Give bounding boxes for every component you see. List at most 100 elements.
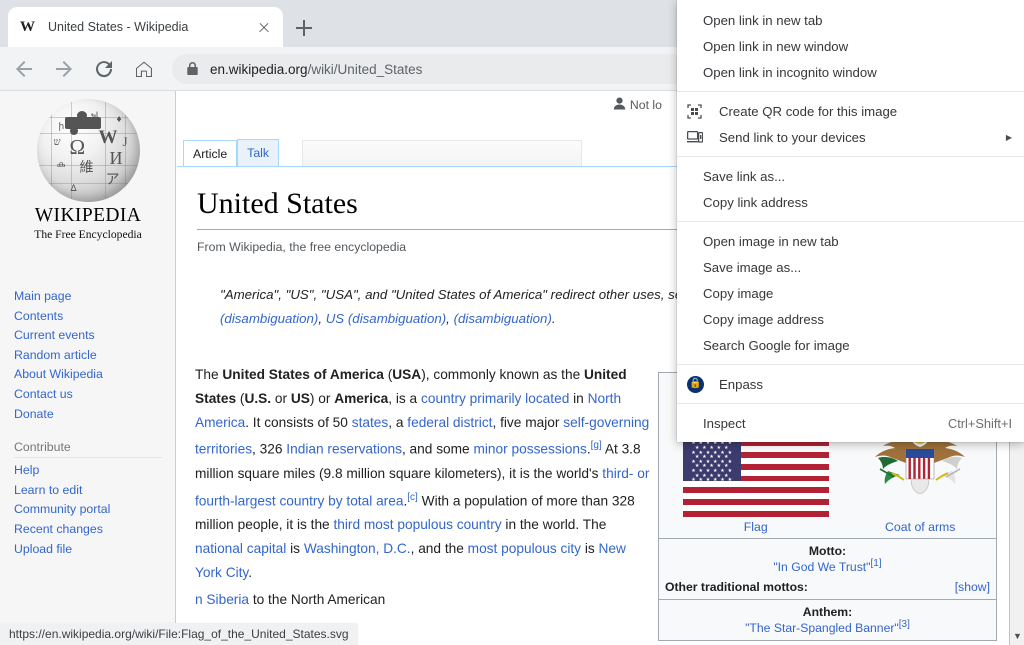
context-menu-item-copy-image[interactable]: Copy image xyxy=(677,280,1024,306)
context-menu-item-search-google-for-image[interactable]: Search Google for image xyxy=(677,332,1024,358)
sidebar-item-contact-us[interactable]: Contact us xyxy=(14,385,174,405)
chevron-right-icon: ▶ xyxy=(1005,132,1012,142)
hatnote-sep-1: , xyxy=(318,310,326,326)
motto-ref[interactable]: [1] xyxy=(871,558,882,569)
site-tagline: From Wikipedia, the free encyclopedia xyxy=(197,240,407,254)
context-menu-item-label: Enpass xyxy=(719,376,763,392)
wikipedia-logo[interactable]: Ω W И 維 ア ฟ ♦ ש ക ի J ᐃ WIKIPEDIA The Fr… xyxy=(18,99,158,241)
context-menu-separator xyxy=(677,221,1024,222)
motto-label: Motto: xyxy=(808,544,847,558)
hatnote-line-1: "America", "US", "USA", and "United Stat… xyxy=(220,287,595,302)
new-tab-button[interactable] xyxy=(290,14,318,42)
infobox-motto-row: Motto: "In God We Trust"[1] Other tradit… xyxy=(659,538,996,599)
address-bar-url: en.wikipedia.org/wiki/United_States xyxy=(210,62,422,77)
context-menu-item-create-qr-code-for-this-image[interactable]: Create QR code for this image xyxy=(677,98,1024,124)
devices-icon xyxy=(687,128,713,146)
context-menu-item-enpass[interactable]: 🔒 Enpass xyxy=(677,371,1024,397)
scrollbar-down-arrow[interactable]: ▼ xyxy=(1010,630,1024,643)
sidebar-item-donate[interactable]: Donate xyxy=(14,405,174,425)
context-menu-item-label: Open link in new tab xyxy=(703,12,823,28)
other-mottos-row: Other traditional mottos: [show] xyxy=(665,580,990,594)
context-menu-item-open-image-in-new-tab[interactable]: Open image in new tab xyxy=(677,228,1024,254)
tab-title: United States - Wikipedia xyxy=(48,20,189,34)
reload-icon[interactable] xyxy=(88,53,120,85)
context-menu-item-save-image-as[interactable]: Save image as... xyxy=(677,254,1024,280)
close-tab-icon[interactable] xyxy=(255,18,273,36)
hatnote-sep-2: , xyxy=(446,310,450,326)
enpass-shield-icon: 🔒 xyxy=(687,375,713,393)
sidebar-item-main-page[interactable]: Main page xyxy=(14,287,174,307)
other-mottos-show-toggle[interactable]: [show] xyxy=(955,580,990,594)
namespace-tabs: Article Talk xyxy=(183,139,280,167)
context-menu-separator xyxy=(677,91,1024,92)
hatnote-end: . xyxy=(551,310,556,326)
sidebar-nav: Main page Contents Current events Random… xyxy=(14,287,174,559)
context-menu-item-inspect[interactable]: Inspect Ctrl+Shift+I xyxy=(677,410,1024,436)
context-menu-item-save-link-as[interactable]: Save link as... xyxy=(677,163,1024,189)
context-menu-item-label: Create QR code for this image xyxy=(719,103,898,119)
context-menu-item-shortcut: Ctrl+Shift+I xyxy=(947,415,1012,431)
browser-tab[interactable]: W United States - Wikipedia xyxy=(8,7,283,47)
context-menu-item-label: Save image as... xyxy=(703,259,802,275)
back-icon[interactable] xyxy=(8,53,40,85)
tab-talk[interactable]: Talk xyxy=(237,139,280,166)
context-menu-item-label: Save link as... xyxy=(703,168,786,184)
home-icon[interactable] xyxy=(128,53,160,85)
flag-cell: ★ ★ ★ ★ ★ ★ ★ ★ ★ ★ ★ ★ ★ ★ ★ ★ ★ ★ ★ ★ ★ ★… xyxy=(682,440,829,534)
sidebar-item-community-portal[interactable]: Community portal xyxy=(14,500,174,520)
context-menu-separator xyxy=(677,156,1024,157)
other-mottos-label: Other traditional mottos: xyxy=(665,580,808,595)
wikipedia-wordmark: WIKIPEDIA xyxy=(34,205,142,226)
sidebar-item-learn-to-edit[interactable]: Learn to edit xyxy=(14,481,174,501)
context-menu-item-label: Open link in incognito window xyxy=(703,64,877,80)
lock-icon xyxy=(186,62,200,76)
context-menu-separator xyxy=(677,364,1024,365)
person-icon xyxy=(613,97,626,113)
context-menu-item-open-link-in-incognito-window[interactable]: Open link in incognito window xyxy=(677,59,1024,85)
url-host: en.wikipedia.org xyxy=(210,61,308,77)
hatnote-link-disambiguation[interactable]: (disambiguation) xyxy=(454,311,552,326)
sidebar-item-help[interactable]: Help xyxy=(14,461,174,481)
context-menu-item-open-link-in-new-tab[interactable]: Open link in new tab xyxy=(677,7,1024,33)
motto-value: "In God We Trust"[1] xyxy=(773,558,882,575)
context-menu-item-send-link-to-your-devices[interactable]: Send link to your devices ▶ xyxy=(677,124,1024,150)
context-menu-item-label: Open image in new tab xyxy=(703,233,839,249)
browser-window: W United States - Wikipedia en.wikipedia… xyxy=(0,0,1024,645)
tab-article[interactable]: Article xyxy=(183,140,238,167)
sidebar-item-recent-changes[interactable]: Recent changes xyxy=(14,520,174,540)
context-menu-item-label: Copy image address xyxy=(703,311,824,327)
page-title: United States xyxy=(197,187,358,220)
user-status[interactable]: Not lo xyxy=(613,97,662,113)
context-menu-item-copy-image-address[interactable]: Copy image address xyxy=(677,306,1024,332)
wikipedia-globe-icon: Ω W И 維 ア ฟ ♦ ש ക ի J ᐃ xyxy=(36,99,140,202)
sidebar-item-current-events[interactable]: Current events xyxy=(14,326,174,346)
wikipedia-favicon-icon: W xyxy=(20,19,35,35)
sidebar-item-contents[interactable]: Contents xyxy=(14,307,174,327)
context-menu-item-copy-link-address[interactable]: Copy link address xyxy=(677,189,1024,215)
sidebar-item-upload-file[interactable]: Upload file xyxy=(14,540,174,560)
anthem-ref[interactable]: [3] xyxy=(899,619,910,630)
flag-caption[interactable]: Flag xyxy=(683,520,829,534)
context-menu-separator xyxy=(677,403,1024,404)
coat-of-arms-caption[interactable]: Coat of arms xyxy=(868,520,972,534)
sidebar-item-random-article[interactable]: Random article xyxy=(14,346,174,366)
sidebar-item-about-wikipedia[interactable]: About Wikipedia xyxy=(14,365,174,385)
second-paragraph: n Siberia to the North American xyxy=(195,592,386,607)
context-menu-item-label: Search Google for image xyxy=(703,337,850,353)
qr-code-icon xyxy=(687,102,713,120)
tab-filler xyxy=(302,140,582,167)
wikipedia-tagline: The Free Encyclopedia xyxy=(34,228,142,241)
context-menu-item-open-link-in-new-window[interactable]: Open link in new window xyxy=(677,33,1024,59)
anthem-label: Anthem: xyxy=(802,605,853,620)
lead-paragraph: The United States of America (USA), comm… xyxy=(195,367,650,580)
context-menu-item-label: Copy image xyxy=(703,285,774,301)
infobox-anthem-row: Anthem: "The Star-Spangled Banner"[3] xyxy=(659,599,996,640)
us-flag-image[interactable]: ★ ★ ★ ★ ★ ★ ★ ★ ★ ★ ★ ★ ★ ★ ★ ★ ★ ★ ★ ★ ★ ★… xyxy=(682,440,829,517)
link-status-text: https://en.wikipedia.org/wiki/File:Flag_… xyxy=(9,627,349,641)
enpass-shield-icon: 🔒 xyxy=(687,375,704,393)
hatnote-link-us[interactable]: US (disambiguation) xyxy=(326,311,446,326)
context-menu-item-label: Open link in new window xyxy=(703,38,849,54)
forward-icon[interactable] xyxy=(48,53,80,85)
context-menu-item-label: Inspect xyxy=(703,415,746,431)
link-status-bar: https://en.wikipedia.org/wiki/File:Flag_… xyxy=(0,623,358,645)
